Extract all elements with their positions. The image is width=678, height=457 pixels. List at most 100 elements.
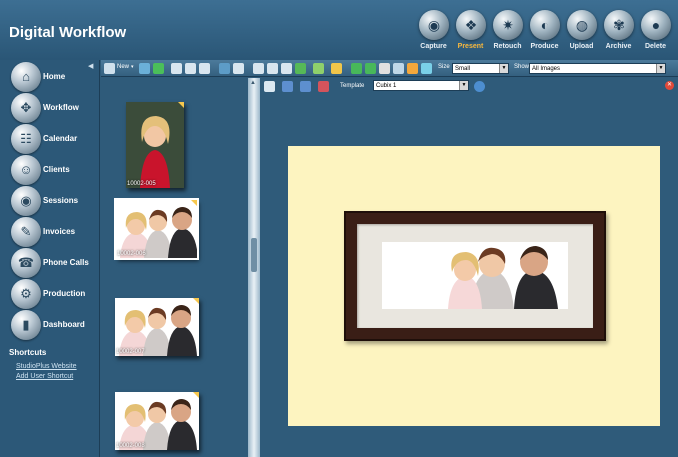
color-icon[interactable] [281,63,292,74]
crop-icon[interactable] [267,63,278,74]
preview-remove-icon[interactable] [318,81,329,92]
dashboard-icon: ▮ [11,310,41,340]
mode-delete-button[interactable]: ● Delete [637,10,674,58]
retouch-icon: ✷ [493,10,523,40]
thumbnail-label: 10002-008 [116,443,145,449]
show-select-value: All Images [532,66,561,72]
family-photo-image [115,298,199,356]
present-mode-icon[interactable] [219,63,230,74]
mode-capture-button[interactable]: ◉ Capture [415,10,452,58]
nav-item-workflow[interactable]: ✥ Workflow [11,93,100,123]
family-photo-image [116,200,197,258]
upload-globe-icon: ◍ [567,10,597,40]
compare-icon[interactable] [199,63,210,74]
mode-label: Delete [644,43,666,50]
print-icon[interactable] [171,63,182,74]
left-nav: ◀ ⌂ Home ✥ Workflow ☷ Calendar ☺ Clients ◉ Sessio… [0,60,100,457]
refresh-icon[interactable] [153,63,164,74]
thumbnail-panel: 10002-005 10002-006 10002-007 10002-008 [101,78,248,457]
picture-frame[interactable] [344,211,606,341]
nav-item-label: Workflow [43,103,79,112]
mode-produce-button[interactable]: ◐ Produce [526,10,563,58]
warning-icon[interactable] [379,63,390,74]
nav-item-label: Clients [43,165,70,174]
shortcuts-heading: Shortcuts [9,348,47,357]
size-select[interactable]: Small ▼ [452,63,509,74]
close-icon[interactable]: ✕ [665,81,674,90]
mode-retouch-button[interactable]: ✷ Retouch [489,10,526,58]
favorite-icon[interactable] [407,63,418,74]
filter-icon[interactable] [295,63,306,74]
nav-item-dashboard[interactable]: ▮ Dashboard [11,310,100,340]
camera-lens-icon: ◉ [419,10,449,40]
shortcut-add-user-shortcut[interactable]: Add User Shortcut [16,373,73,380]
thumbnail-item[interactable]: 10002-005 [126,102,184,188]
rating-icon[interactable] [313,63,324,74]
thumbnail-item[interactable]: 10002-007 [115,298,199,356]
size-select-value: Small [455,66,471,72]
sessions-icon: ◉ [11,186,41,216]
calendar-icon: ☷ [11,124,41,154]
panel-splitter[interactable]: ▲ [248,78,260,457]
mode-upload-button[interactable]: ◍ Upload [563,10,600,58]
invoices-icon: ✎ [11,217,41,247]
mark-icon[interactable] [331,63,342,74]
zoom-icon[interactable] [393,63,404,74]
grid-view-icon[interactable] [104,63,115,74]
nav-item-invoices[interactable]: ✎ Invoices [11,217,100,247]
arrow-right-icon[interactable] [351,63,362,74]
mode-archive-button[interactable]: ✾ Archive [600,10,637,58]
preview-area [260,95,678,457]
splitter-grip[interactable] [251,238,257,272]
production-icon: ⚙ [11,279,41,309]
template-select[interactable]: Cubix 1 ▼ [373,80,469,91]
phone-calls-icon: ☎ [11,248,41,278]
archive-icon: ✾ [604,10,634,40]
layout-icon[interactable] [253,63,264,74]
export-icon[interactable] [421,63,432,74]
nav-item-production[interactable]: ⚙ Production [11,279,100,309]
arrow-up-icon[interactable] [365,63,376,74]
chevron-down-icon: ▼ [499,64,508,73]
workflow-icon: ✥ [11,93,41,123]
slides-icon[interactable] [185,63,196,74]
scroll-up-icon[interactable]: ▲ [250,80,256,86]
flag-corner-icon [193,298,199,304]
app-title: Digital Workflow [9,24,127,41]
new-menu-arrow-icon[interactable]: ▾ [131,64,134,70]
nav-item-home[interactable]: ⌂ Home [11,62,100,92]
new-menu-label[interactable]: New [117,64,129,70]
help-icon[interactable] [474,81,485,92]
preview-save-icon[interactable] [300,81,311,92]
nav-item-clients[interactable]: ☺ Clients [11,155,100,185]
preview-doc-icon[interactable] [282,81,293,92]
delete-icon: ● [641,10,671,40]
thumbnail-item[interactable]: 10002-006 [114,198,199,260]
portrait-image [126,102,184,188]
produce-icon: ◐ [530,10,560,40]
flag-corner-icon [191,200,197,206]
nav-item-label: Phone Calls [43,258,89,267]
main-toolbar: New ▾ Size Small ▼ Show All Images ▼ [101,60,678,77]
show-select[interactable]: All Images ▼ [529,63,666,74]
preview-layout-icon[interactable] [264,81,275,92]
family-portrait-image [382,242,568,309]
nav-item-label: Sessions [43,196,79,205]
clients-icon: ☺ [11,155,41,185]
people-icon[interactable] [139,63,150,74]
thumbnail-item[interactable]: 10002-008 [115,392,199,450]
wall-mat [288,146,660,426]
thumbnail-label: 10002-007 [116,349,145,355]
app-header: Digital Workflow ◉ Capture ❖ Present ✷ Retouc… [0,0,678,60]
family-photo-image [115,392,199,450]
nav-item-sessions[interactable]: ◉ Sessions [11,186,100,216]
nav-item-calendar[interactable]: ☷ Calendar [11,124,100,154]
mode-present-button[interactable]: ❖ Present [452,10,489,58]
flag-corner-icon [178,102,184,108]
show-label: Show [514,64,530,70]
size-label: Size [438,64,450,70]
preview-toolbar: Template Cubix 1 ▼ ✕ [260,78,678,94]
shortcut-studioplus-website[interactable]: StudioPlus Website [16,363,77,370]
nav-item-phone-calls[interactable]: ☎ Phone Calls [11,248,100,278]
album-icon[interactable] [233,63,244,74]
